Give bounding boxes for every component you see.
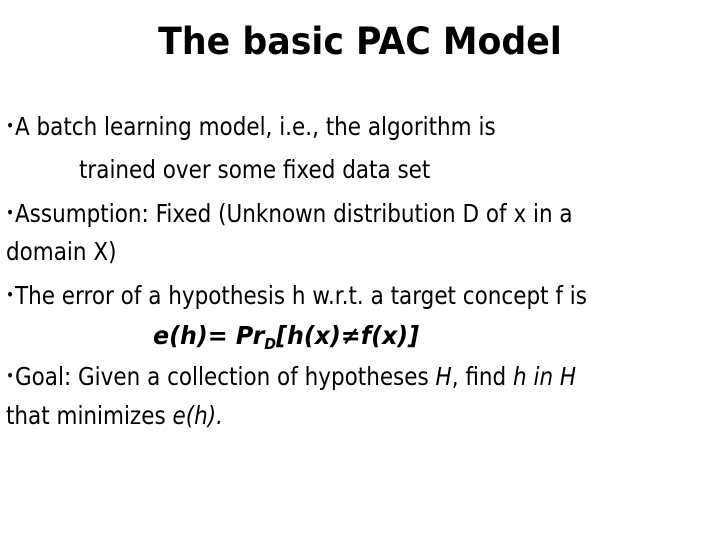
bullet-1-text: A batch learning model, i.e., the algori… bbox=[14, 112, 496, 141]
bullet-3-line-1: •The error of a hypothesis h w.r.t. a ta… bbox=[6, 281, 587, 310]
bullet-2-line-1: •Assumption: Fixed (Unknown distribution… bbox=[6, 199, 573, 228]
formula-lhs: e(h)= Pr bbox=[153, 321, 265, 350]
formula-rhs: [h(x)≠f(x)] bbox=[276, 321, 420, 350]
bullet-icon: • bbox=[6, 116, 15, 135]
bullet-4-line-2: that minimizes e(h). bbox=[6, 401, 223, 430]
bullet-4-line-2-prefix: that minimizes bbox=[6, 401, 173, 430]
error-formula: e(h)= PrD[h(x)≠f(x)] bbox=[153, 321, 420, 353]
bullet-3-text: The error of a hypothesis h w.r.t. a tar… bbox=[14, 281, 587, 310]
bullet-4-line-1: •Goal: Given a collection of hypotheses … bbox=[6, 362, 576, 391]
formula-subscript: D bbox=[264, 335, 277, 353]
bullet-icon: • bbox=[6, 285, 15, 304]
bullet-icon: • bbox=[6, 366, 15, 385]
bullet-1-line-2: trained over some fixed data set bbox=[79, 155, 431, 184]
bullet-2-text: Assumption: Fixed (Unknown distribution … bbox=[14, 199, 573, 228]
bullet-2-line-2: domain X) bbox=[6, 237, 117, 266]
bullet-1-line-1: •A batch learning model, i.e., the algor… bbox=[6, 112, 496, 141]
slide-title: The basic PAC Model bbox=[158, 20, 562, 63]
bullet-4-text-prefix: Goal: Given a collection of hypotheses bbox=[14, 362, 436, 391]
bullet-4-text-mid: , find bbox=[451, 362, 514, 391]
bullet-icon: • bbox=[6, 203, 15, 222]
bullet-4-h-in-H: h in H bbox=[513, 362, 577, 391]
bullet-4-eh: e(h). bbox=[172, 401, 223, 430]
bullet-4-H: H bbox=[435, 362, 452, 391]
